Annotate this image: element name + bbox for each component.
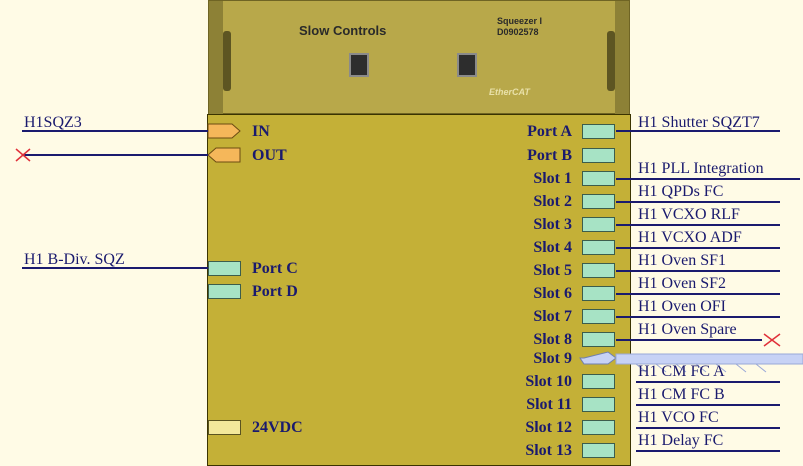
signal-label-slot-1: H1 PLL Integration <box>638 160 764 177</box>
port-a-connector <box>582 124 615 139</box>
signal-label-slot-7: H1 Oven OFI <box>638 298 726 315</box>
port-b-connector <box>582 148 615 163</box>
pin-label-slot-8: Slot 8 <box>533 331 572 348</box>
pin-label-slot-1: Slot 1 <box>533 170 572 187</box>
signal-label-slot-8: H1 Oven Spare <box>638 321 737 338</box>
pin-label-slot-7: Slot 7 <box>533 308 572 325</box>
slot-10-connector <box>582 374 615 389</box>
signal-label-in: H1SQZ3 <box>24 114 82 131</box>
signal-label-slot-4: H1 VCXO ADF <box>638 229 742 246</box>
slot-11-connector <box>582 397 615 412</box>
pin-label-out: OUT <box>252 147 287 164</box>
port-d-connector <box>208 284 241 299</box>
pin-label-slot-6: Slot 6 <box>533 285 572 302</box>
pin-label-port-a: Port A <box>527 123 572 140</box>
signal-label-slot-3: H1 VCXO RLF <box>638 206 740 223</box>
pin-label-port-d: Port D <box>252 283 298 300</box>
slot-4-connector <box>582 240 615 255</box>
slot-5-connector <box>582 263 615 278</box>
power-connector <box>208 420 241 435</box>
pin-label-port-c: Port C <box>252 260 298 277</box>
slot-9-bus-connector-icon <box>579 351 617 365</box>
slot-3-connector <box>582 217 615 232</box>
slot-13-connector <box>582 443 615 458</box>
pin-label-slot-4: Slot 4 <box>533 239 572 256</box>
slot-8-connector <box>582 332 615 347</box>
signal-label-delay-fc: H1 Delay FC <box>638 432 724 449</box>
pin-label-port-b: Port B <box>527 147 572 164</box>
pin-label-slot-2: Slot 2 <box>533 193 572 210</box>
signal-label-slot-2: H1 QPDs FC <box>638 183 724 200</box>
pin-label-24vdc: 24VDC <box>252 419 303 436</box>
in-arrow-icon <box>207 123 241 139</box>
pin-label-slot-13: Slot 13 <box>525 442 572 459</box>
pin-label-slot-10: Slot 10 <box>525 373 572 390</box>
slot-1-connector <box>582 171 615 186</box>
port-c-connector <box>208 261 241 276</box>
slot-6-connector <box>582 286 615 301</box>
pin-label-slot-11: Slot 11 <box>526 396 572 413</box>
slot-7-connector <box>582 309 615 324</box>
signal-label-port-c: H1 B-Div. SQZ <box>24 251 125 268</box>
signal-label-cm-fc-a: H1 CM FC A <box>638 363 725 380</box>
out-arrow-icon <box>207 147 241 163</box>
pin-label-slot-3: Slot 3 <box>533 216 572 233</box>
slot-12-connector <box>582 420 615 435</box>
pin-label-slot-5: Slot 5 <box>533 262 572 279</box>
signal-label-cm-fc-b: H1 CM FC B <box>638 386 725 403</box>
signal-label-slot-6: H1 Oven SF2 <box>638 275 727 292</box>
slot-2-connector <box>582 194 615 209</box>
pin-label-slot-12: Slot 12 <box>525 419 572 436</box>
signal-label-slot-5: H1 Oven SF1 <box>638 252 727 269</box>
signal-label-vco-fc: H1 VCO FC <box>638 409 719 426</box>
pin-label-slot-9: Slot 9 <box>533 350 572 367</box>
signal-label-port-a: H1 Shutter SQZT7 <box>638 114 760 131</box>
pin-label-in: IN <box>252 123 270 140</box>
